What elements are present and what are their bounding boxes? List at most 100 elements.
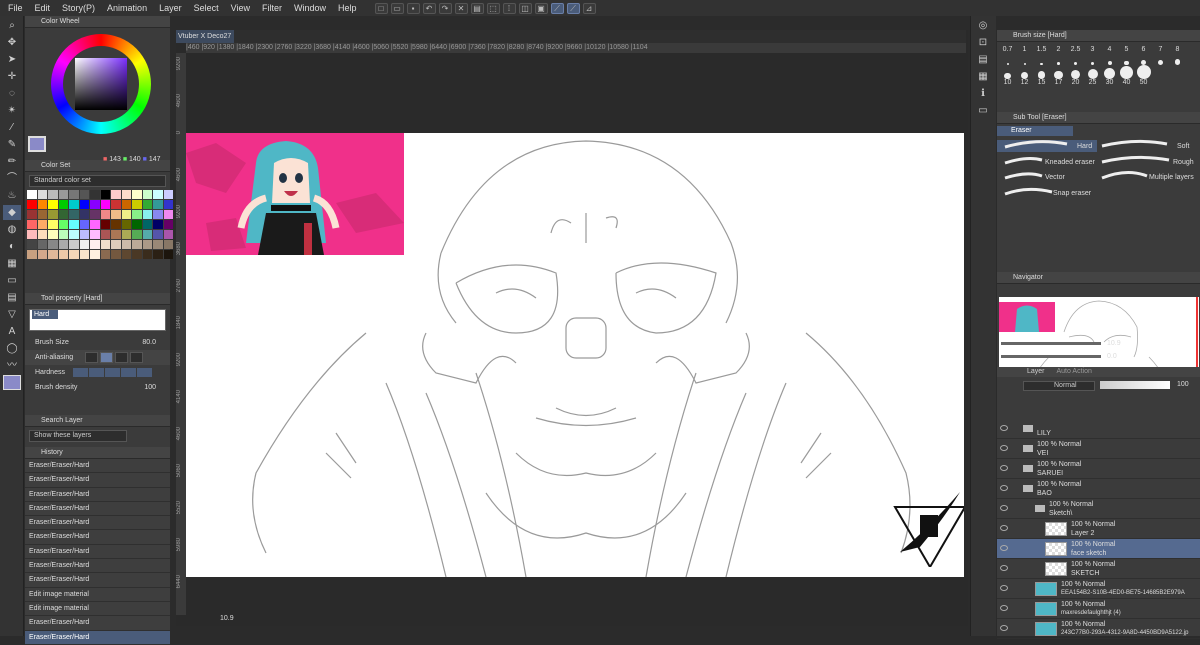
color-swatch[interactable] (163, 250, 173, 259)
layer-row[interactable]: 100 % Normal VEI (997, 439, 1200, 459)
layer-property-tab-icon[interactable]: ▦ (974, 69, 992, 84)
color-swatch[interactable] (142, 220, 152, 229)
selection-icon[interactable]: ▣ (534, 2, 548, 14)
color-swatch[interactable] (132, 240, 142, 249)
color-swatch[interactable] (27, 210, 37, 219)
history-item[interactable]: Eraser/Eraser/Hard (25, 616, 170, 631)
color-swatch[interactable] (100, 230, 110, 239)
color-swatch[interactable] (153, 240, 163, 249)
layer-row[interactable]: 100 % Normal SARUEI (997, 459, 1200, 479)
eye-icon[interactable] (1000, 525, 1008, 531)
color-swatch[interactable] (79, 200, 89, 209)
color-swatch[interactable] (58, 230, 68, 239)
eye-icon[interactable] (1000, 505, 1008, 511)
history-item[interactable]: Eraser/Eraser/Hard (25, 516, 170, 531)
history-item[interactable]: Eraser/Eraser/Hard (25, 501, 170, 517)
color-swatch[interactable] (37, 240, 47, 249)
deselect-icon[interactable]: ⁞ (502, 2, 516, 14)
menu-story[interactable]: Story(P) (62, 3, 95, 13)
auto-select-tool-icon[interactable]: ✴ (3, 103, 21, 118)
layer-row[interactable]: 100 % Normal Sketch\ (997, 499, 1200, 519)
color-swatch[interactable] (142, 200, 152, 209)
eye-icon[interactable] (1000, 605, 1008, 611)
color-swatch[interactable] (121, 220, 131, 229)
history-item[interactable]: Eraser/Eraser/Hard (25, 573, 170, 588)
show-layers-select[interactable]: Show these layers (29, 430, 127, 442)
menu-layer[interactable]: Layer (159, 3, 182, 13)
redo-icon[interactable]: ↷ (438, 2, 452, 14)
invert-selection-icon[interactable]: ◫ (518, 2, 532, 14)
color-swatch[interactable] (48, 210, 58, 219)
color-swatch[interactable] (163, 240, 173, 249)
airbrush-tool-icon[interactable]: ♨ (3, 188, 21, 203)
history-item[interactable]: Eraser/Eraser/Hard (25, 473, 170, 488)
brush-size-option[interactable]: 7 (1152, 46, 1169, 66)
history-item[interactable]: Edit image material (25, 601, 170, 617)
pen-tool-icon[interactable]: ✎ (3, 137, 21, 152)
menu-file[interactable]: File (8, 3, 23, 13)
fill-tool-icon[interactable]: ◐ (3, 239, 21, 254)
color-swatch[interactable] (121, 240, 131, 249)
color-swatch[interactable] (100, 200, 110, 209)
aa-none-button[interactable] (85, 352, 99, 363)
color-swatch[interactable] (121, 190, 131, 199)
color-swatch[interactable] (48, 250, 58, 259)
zoom-tool-icon[interactable]: ⌕ (3, 18, 21, 33)
color-swatch[interactable] (142, 190, 152, 199)
navigator-zoom-slider[interactable] (1001, 342, 1101, 345)
color-swatch[interactable] (69, 210, 79, 219)
eraser-group-tab[interactable]: Eraser (997, 126, 1073, 136)
eye-icon[interactable] (1000, 485, 1008, 491)
history-item[interactable]: Edit image material (25, 587, 170, 602)
brush-size-option[interactable]: 25 (1084, 67, 1101, 87)
saturation-value-square[interactable] (75, 58, 127, 110)
layer-row[interactable]: 100 % Normal Layer 2 (997, 519, 1200, 539)
eyedropper-tool-icon[interactable]: ⁄ (3, 120, 21, 135)
color-swatch[interactable] (69, 220, 79, 229)
color-swatch[interactable] (27, 220, 37, 229)
brush-size-option[interactable]: 0.7 (999, 46, 1016, 66)
color-swatch[interactable] (37, 230, 47, 239)
color-swatch[interactable] (111, 240, 121, 249)
layer-row[interactable]: 100 % Normal face sketch (997, 539, 1200, 559)
brush-size-option[interactable]: 17 (1050, 67, 1067, 87)
color-swatch[interactable] (100, 220, 110, 229)
eye-icon[interactable] (1000, 585, 1008, 591)
transform-icon[interactable]: ⬚ (486, 2, 500, 14)
color-swatch[interactable] (48, 200, 58, 209)
navigator-rotation-slider[interactable] (1001, 355, 1101, 358)
eye-icon[interactable] (1000, 545, 1008, 551)
color-swatch[interactable] (111, 210, 121, 219)
opacity-value[interactable]: 100 (1177, 381, 1189, 388)
color-swatch[interactable] (48, 190, 58, 199)
color-swatch[interactable] (163, 230, 173, 239)
color-swatch[interactable] (58, 210, 68, 219)
color-swatch[interactable] (90, 210, 100, 219)
color-swatch[interactable] (58, 220, 68, 229)
clear-icon[interactable]: ✕ (454, 2, 468, 14)
blend-mode-select[interactable]: Normal (1023, 381, 1095, 391)
color-swatch[interactable] (121, 230, 131, 239)
brush-tool-icon[interactable]: ⌒ (3, 171, 21, 186)
auto-action-tab[interactable]: Auto Action (1056, 368, 1091, 375)
color-swatch[interactable] (69, 190, 79, 199)
aa-medium-button[interactable] (115, 352, 129, 363)
layer-row[interactable]: 100 % Normal maxresdefaulghthjt (4) (997, 599, 1200, 619)
balloon-tool-icon[interactable]: ◯ (3, 341, 21, 356)
opacity-slider[interactable] (1100, 381, 1170, 389)
material-tab-icon[interactable]: ▤ (974, 52, 992, 67)
brush-size-option[interactable]: 15 (1033, 67, 1050, 87)
color-swatch[interactable] (79, 190, 89, 199)
history-item[interactable]: Eraser/Eraser/Hard (25, 544, 170, 560)
brush-size-option[interactable]: 12 (1016, 67, 1033, 87)
brush-size-option[interactable]: 40 (1118, 66, 1135, 87)
blend-tool-icon[interactable]: ◍ (3, 222, 21, 237)
history-item[interactable]: Eraser/Eraser/Hard (25, 559, 170, 574)
undo-icon[interactable]: ↶ (422, 2, 436, 14)
menu-edit[interactable]: Edit (35, 3, 51, 13)
layer-row[interactable]: LILY (997, 419, 1200, 439)
color-swatch[interactable] (142, 210, 152, 219)
color-swatch[interactable] (27, 200, 37, 209)
ruler-tool-icon[interactable]: ▽ (3, 307, 21, 322)
menu-animation[interactable]: Animation (107, 3, 147, 13)
